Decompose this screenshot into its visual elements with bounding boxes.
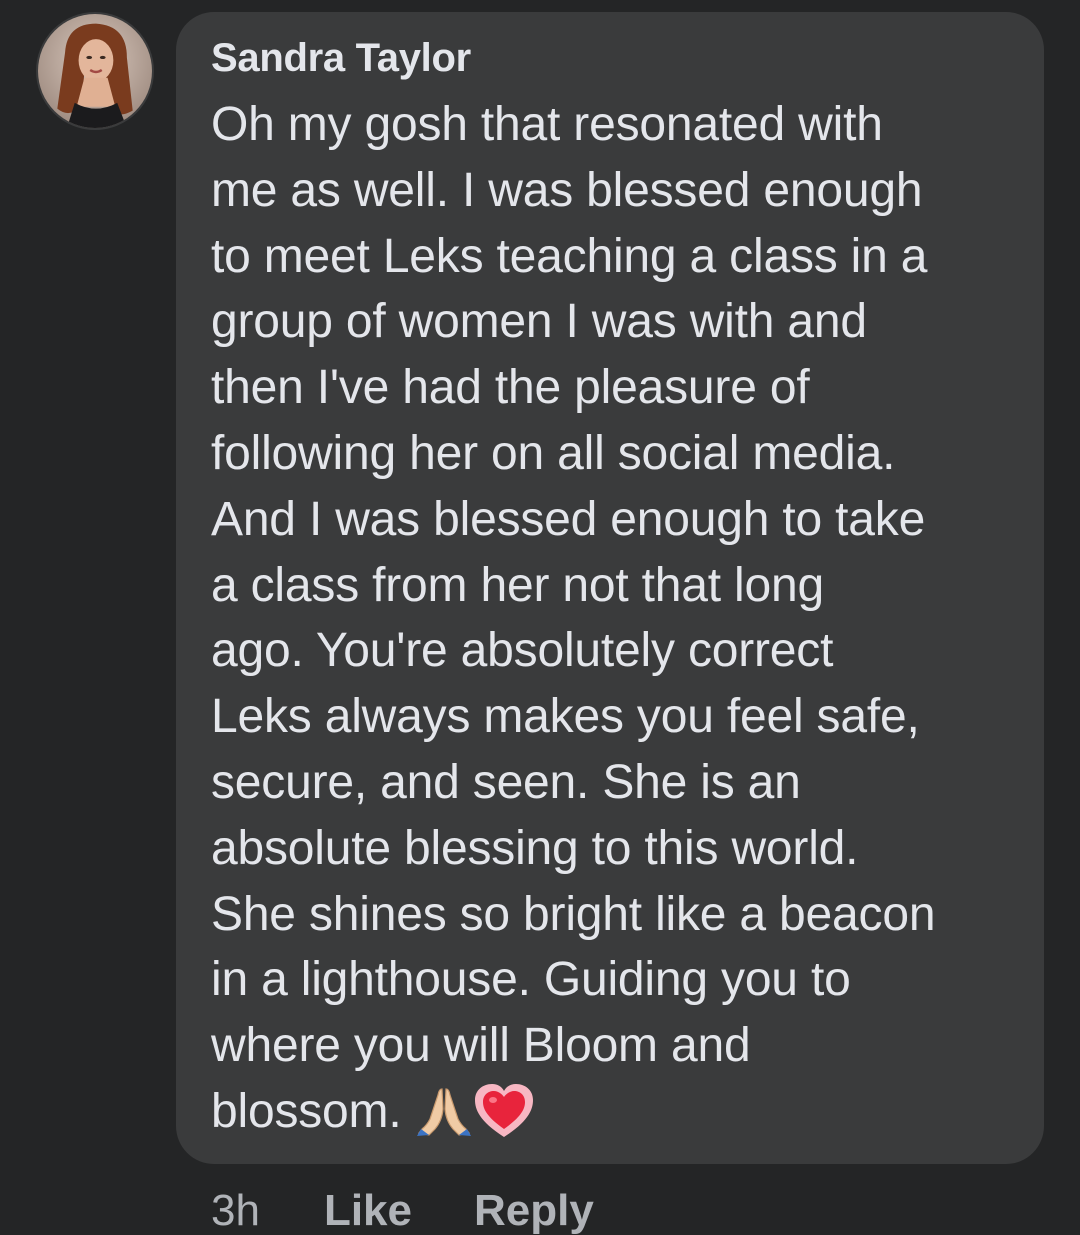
comment-line: me as well. I was blessed enough [211, 163, 923, 217]
like-button[interactable]: Like [324, 1176, 412, 1235]
comment-line: And I was blessed enough to take [211, 492, 926, 546]
comment-line: group of women I was with and [211, 295, 867, 349]
comment-author-name[interactable]: Sandra Taylor [211, 30, 1044, 86]
avatar-image [38, 14, 152, 128]
heart-icon [475, 1083, 534, 1137]
comment-actions: 3h Like Reply [211, 1176, 656, 1235]
comment-body: Oh my gosh that resonated with me as wel… [211, 92, 1044, 1147]
emoji-group [415, 1075, 535, 1141]
comment-line: blossom. [211, 1084, 402, 1138]
folded-hands-icon [417, 1088, 472, 1136]
comment-last-line: blossom. [211, 1079, 1044, 1147]
comment-bubble: Sandra Taylor Oh my gosh that resonated … [176, 12, 1044, 1164]
comment-line: She shines so bright like a beacon [211, 887, 936, 941]
reply-button[interactable]: Reply [474, 1176, 594, 1235]
avatar[interactable] [36, 12, 154, 130]
comment-line: ago. You're absolutely correct [211, 624, 834, 678]
comment-timestamp[interactable]: 3h [211, 1176, 260, 1235]
comment-line: in a lighthouse. Guiding you to [211, 953, 851, 1007]
comment-screen: Sandra Taylor Oh my gosh that resonated … [0, 0, 1080, 1235]
comment-line: following her on all social media. [211, 426, 896, 480]
comment-line: Leks always makes you feel safe, [211, 690, 920, 744]
comment-line: Oh my gosh that resonated with [211, 98, 883, 151]
comment-line: absolute blessing to this world. [211, 821, 859, 875]
comment-line: where you will Bloom and [211, 1019, 751, 1073]
comment-line: to meet Leks teaching a class in a [211, 229, 928, 283]
comment-line: then I've had the pleasure of [211, 361, 810, 415]
comment-line: secure, and seen. She is an [211, 755, 801, 809]
comment-line: a class from her not that long [211, 558, 824, 612]
